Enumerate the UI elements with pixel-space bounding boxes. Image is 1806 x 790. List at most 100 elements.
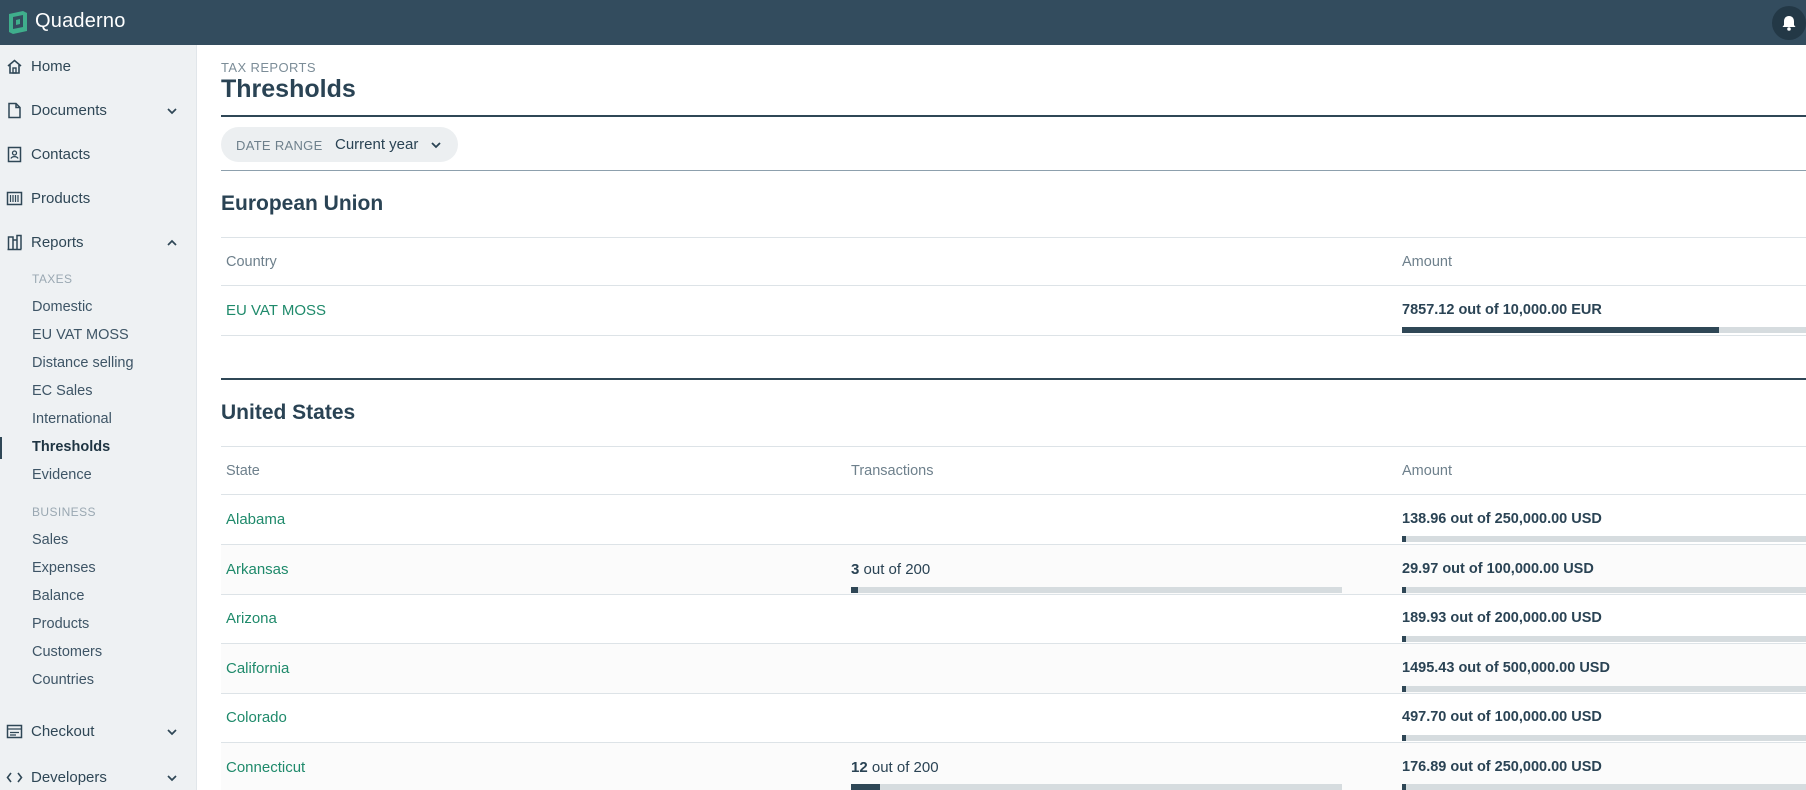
sidebar-item-distance-selling[interactable]: Distance selling xyxy=(32,355,134,371)
sidebar-item-business-products[interactable]: Products xyxy=(32,616,89,632)
date-range-value: Current year xyxy=(335,136,419,153)
sidebar-item-customers[interactable]: Customers xyxy=(32,644,102,660)
eu-section-title: European Union xyxy=(221,192,384,215)
state-link[interactable]: Colorado xyxy=(226,709,287,726)
sidebar-item-label: Developers xyxy=(31,769,107,786)
row-divider xyxy=(221,335,1806,336)
amount-value: 7857.12 out of 10,000.00 EUR xyxy=(1402,302,1602,318)
sidebar-item-domestic[interactable]: Domestic xyxy=(32,299,92,315)
table-row: Arkansas 3 out of 200 29.97 out of 100,0… xyxy=(221,545,1806,594)
sidebar-item-label: Products xyxy=(31,190,91,207)
business-section-title: BUSINESS xyxy=(32,505,96,519)
amount-progress-fill xyxy=(1402,636,1406,642)
sidebar-item-thresholds[interactable]: Thresholds xyxy=(32,439,110,455)
amount-progress-bar xyxy=(1402,636,1806,642)
amount-progress-fill xyxy=(1402,327,1719,333)
table-row: Alabama 138.96 out of 250,000.00 USD xyxy=(221,495,1806,544)
transactions-total: out of 200 xyxy=(867,759,939,776)
column-header-state: State xyxy=(226,463,260,479)
chevron-down-icon xyxy=(167,775,177,782)
sidebar-item-label: Documents xyxy=(31,102,107,119)
column-header-country: Country xyxy=(226,254,277,270)
amount-progress-bar xyxy=(1402,587,1806,593)
reports-icon xyxy=(7,234,22,251)
eu-header-divider xyxy=(221,237,1806,238)
amount-value: 497.70 out of 100,000.00 USD xyxy=(1402,709,1602,725)
sidebar-item-balance[interactable]: Balance xyxy=(32,588,84,604)
title-divider xyxy=(221,115,1806,117)
home-icon xyxy=(7,59,22,74)
date-range-label: DATE RANGE xyxy=(236,138,323,153)
sidebar-item-expenses[interactable]: Expenses xyxy=(32,560,96,576)
country-link[interactable]: EU VAT MOSS xyxy=(226,302,326,319)
sidebar-item-label: Reports xyxy=(31,234,84,251)
document-icon xyxy=(8,102,21,119)
transactions-count: 12 xyxy=(851,759,868,776)
taxes-section-title: TAXES xyxy=(32,272,73,286)
sidebar-item-eu-vat-moss[interactable]: EU VAT MOSS xyxy=(32,327,129,343)
sidebar-item-developers[interactable]: Developers xyxy=(0,758,196,790)
breadcrumb[interactable]: TAX REPORTS xyxy=(221,60,316,75)
active-indicator xyxy=(0,437,2,459)
amount-progress-bar xyxy=(1402,784,1806,790)
column-header-amount: Amount xyxy=(1402,463,1452,479)
transactions-progress-fill xyxy=(851,587,858,593)
transactions-progress-bar xyxy=(851,587,1342,593)
amount-progress-bar xyxy=(1402,327,1806,333)
amount-progress-bar xyxy=(1402,735,1806,741)
section-divider xyxy=(221,378,1806,380)
table-row: Connecticut 12 out of 200 176.89 out of … xyxy=(221,743,1806,790)
amount-progress-fill xyxy=(1402,686,1406,692)
state-link[interactable]: Alabama xyxy=(226,511,285,528)
sidebar-item-ec-sales[interactable]: EC Sales xyxy=(32,383,92,399)
transactions-value: 3 out of 200 xyxy=(851,561,930,578)
chevron-up-icon xyxy=(167,239,177,246)
chevron-down-icon xyxy=(167,729,177,736)
filter-divider xyxy=(221,170,1806,171)
state-link[interactable]: Connecticut xyxy=(226,759,305,776)
developers-icon xyxy=(6,772,23,783)
sidebar-item-reports[interactable]: Reports xyxy=(0,223,196,263)
table-row: Arizona 189.93 out of 200,000.00 USD xyxy=(221,595,1806,644)
us-header-divider xyxy=(221,446,1806,447)
state-link[interactable]: California xyxy=(226,660,289,677)
sidebar-item-label: Contacts xyxy=(31,146,91,163)
amount-progress-fill xyxy=(1402,784,1406,790)
products-icon xyxy=(6,191,23,206)
sidebar-item-sales[interactable]: Sales xyxy=(32,532,68,548)
bell-icon xyxy=(1782,16,1796,31)
checkout-icon xyxy=(6,724,23,739)
amount-progress-bar xyxy=(1402,536,1806,542)
state-link[interactable]: Arkansas xyxy=(226,561,289,578)
amount-value: 29.97 out of 100,000.00 USD xyxy=(1402,561,1594,577)
amount-progress-fill xyxy=(1402,536,1406,542)
main-content: TAX REPORTS Thresholds DATE RANGE Curren… xyxy=(221,45,1806,790)
page-title: Thresholds xyxy=(221,75,356,103)
quaderno-logo-icon[interactable] xyxy=(7,10,29,34)
sidebar-item-label: Checkout xyxy=(31,723,95,740)
brand-name[interactable]: Quaderno xyxy=(35,10,126,33)
amount-value: 138.96 out of 250,000.00 USD xyxy=(1402,511,1602,527)
table-row: Colorado 497.70 out of 100,000.00 USD xyxy=(221,694,1806,743)
transactions-total: out of 200 xyxy=(859,561,931,578)
sidebar-item-documents[interactable]: Documents xyxy=(0,91,196,131)
notifications-button[interactable] xyxy=(1772,6,1806,40)
sidebar-item-checkout[interactable]: Checkout xyxy=(0,712,196,752)
amount-value: 176.89 out of 250,000.00 USD xyxy=(1402,759,1602,775)
sidebar-item-countries[interactable]: Countries xyxy=(32,672,94,688)
chevron-down-icon xyxy=(167,108,177,115)
us-section-title: United States xyxy=(221,401,356,424)
column-header-amount: Amount xyxy=(1402,254,1452,270)
sidebar-item-international[interactable]: International xyxy=(32,411,112,427)
transactions-value: 12 out of 200 xyxy=(851,759,939,776)
top-bar: Quaderno xyxy=(0,0,1806,45)
amount-progress-bar xyxy=(1402,686,1806,692)
date-range-selector[interactable]: DATE RANGE Current year xyxy=(221,127,458,162)
sidebar-item-home[interactable]: Home xyxy=(0,47,196,87)
sidebar-item-contacts[interactable]: Contacts xyxy=(0,135,196,175)
state-link[interactable]: Arizona xyxy=(226,610,277,627)
contacts-icon xyxy=(7,146,22,163)
sidebar-item-label: Home xyxy=(31,58,72,75)
sidebar-item-evidence[interactable]: Evidence xyxy=(32,467,92,483)
sidebar-item-products[interactable]: Products xyxy=(0,179,196,219)
